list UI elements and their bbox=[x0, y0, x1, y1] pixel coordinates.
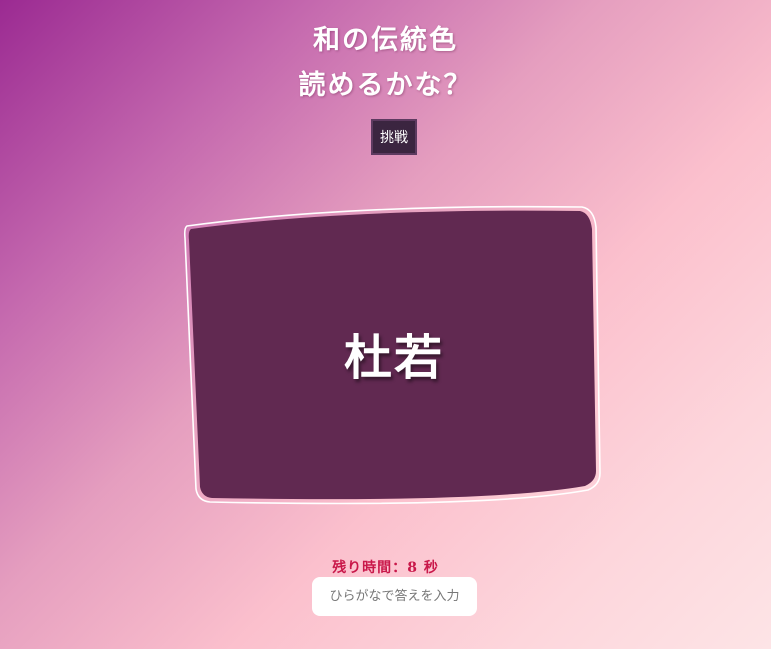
kanji-word: 杜若 bbox=[343, 330, 444, 386]
game-title-line-1: 和の伝統色 bbox=[313, 25, 458, 56]
game-title-line-2: 読めるかな？ bbox=[298, 70, 473, 101]
challenge-button[interactable]: 挑戦 bbox=[371, 119, 417, 155]
timer: 残り時間：8 秒 bbox=[0, 557, 771, 577]
answer-input[interactable] bbox=[312, 577, 477, 616]
timer-unit: 秒 bbox=[423, 560, 439, 576]
timer-seconds: 8 bbox=[407, 560, 418, 576]
timer-label: 残り時間： bbox=[332, 560, 408, 576]
